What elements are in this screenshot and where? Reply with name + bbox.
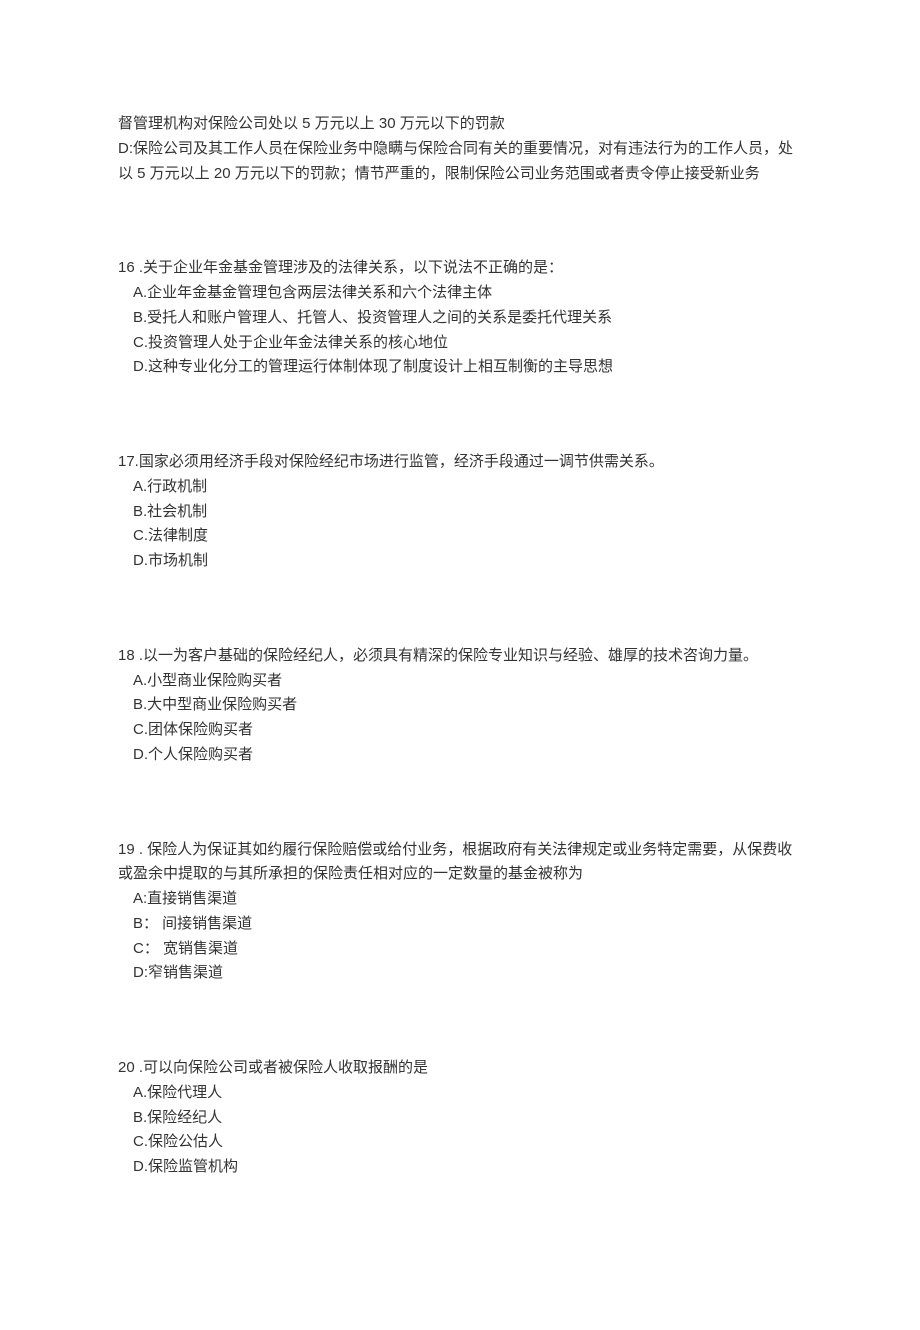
q17-option-d: D.市场机制: [118, 549, 802, 574]
question-16: 16 .关于企业年金基金管理涉及的法律关系，以下说法不正确的是： A.企业年金基…: [118, 256, 802, 380]
q19-option-d: D:窄销售渠道: [118, 961, 802, 986]
q17-stem: 17.国家必须用经济手段对保险经纪市场进行监管，经济手段通过一调节供需关系。: [118, 450, 802, 475]
q19-option-a: A:直接销售渠道: [118, 887, 802, 912]
q16-option-b: B.受托人和账户管理人、托管人、投资管理人之间的关系是委托代理关系: [118, 306, 802, 331]
q20-option-d: D.保险监管机构: [118, 1155, 802, 1180]
q15-cont-line: 督管理机构对保险公司处以 5 万元以上 30 万元以下的罚款: [118, 112, 802, 137]
q18-option-b: B.大中型商业保险购买者: [118, 693, 802, 718]
q20-stem: 20 .可以向保险公司或者被保险人收取报酬的是: [118, 1056, 802, 1081]
q19-stem: 19 . 保险人为保证其如约履行保险赔偿或给付业务，根据政府有关法律规定或业务特…: [118, 838, 802, 888]
q16-option-d: D.这种专业化分工的管理运行体制体现了制度设计上相互制衡的主导思想: [118, 355, 802, 380]
q20-option-b: B.保险经纪人: [118, 1106, 802, 1131]
q16-option-c: C.投资管理人处于企业年金法律关系的核心地位: [118, 331, 802, 356]
q16-stem: 16 .关于企业年金基金管理涉及的法律关系，以下说法不正确的是：: [118, 256, 802, 281]
q15-option-d: D:保险公司及其工作人员在保险业务中隐瞒与保险合同有关的重要情况，对有违法行为的…: [118, 137, 802, 187]
q16-option-a: A.企业年金基金管理包含两层法律关系和六个法律主体: [118, 281, 802, 306]
q17-option-b: B.社会机制: [118, 500, 802, 525]
q18-option-c: C.团体保险购买者: [118, 718, 802, 743]
question-17: 17.国家必须用经济手段对保险经纪市场进行监管，经济手段通过一调节供需关系。 A…: [118, 450, 802, 574]
q20-option-c: C.保险公估人: [118, 1130, 802, 1155]
question-19: 19 . 保险人为保证其如约履行保险赔偿或给付业务，根据政府有关法律规定或业务特…: [118, 838, 802, 987]
q19-option-c: C： 宽销售渠道: [118, 937, 802, 962]
q19-option-b: B： 间接销售渠道: [118, 912, 802, 937]
q20-option-a: A.保险代理人: [118, 1081, 802, 1106]
q17-option-a: A.行政机制: [118, 475, 802, 500]
q18-option-d: D.个人保险购买者: [118, 743, 802, 768]
q18-stem: 18 .以一为客户基础的保险经纪人，必须具有精深的保险专业知识与经验、雄厚的技术…: [118, 644, 802, 669]
question-15-partial: 督管理机构对保险公司处以 5 万元以上 30 万元以下的罚款 D:保险公司及其工…: [118, 112, 802, 186]
question-18: 18 .以一为客户基础的保险经纪人，必须具有精深的保险专业知识与经验、雄厚的技术…: [118, 644, 802, 768]
q18-option-a: A.小型商业保险购买者: [118, 669, 802, 694]
q17-option-c: C.法律制度: [118, 524, 802, 549]
question-20: 20 .可以向保险公司或者被保险人收取报酬的是 A.保险代理人 B.保险经纪人 …: [118, 1056, 802, 1180]
